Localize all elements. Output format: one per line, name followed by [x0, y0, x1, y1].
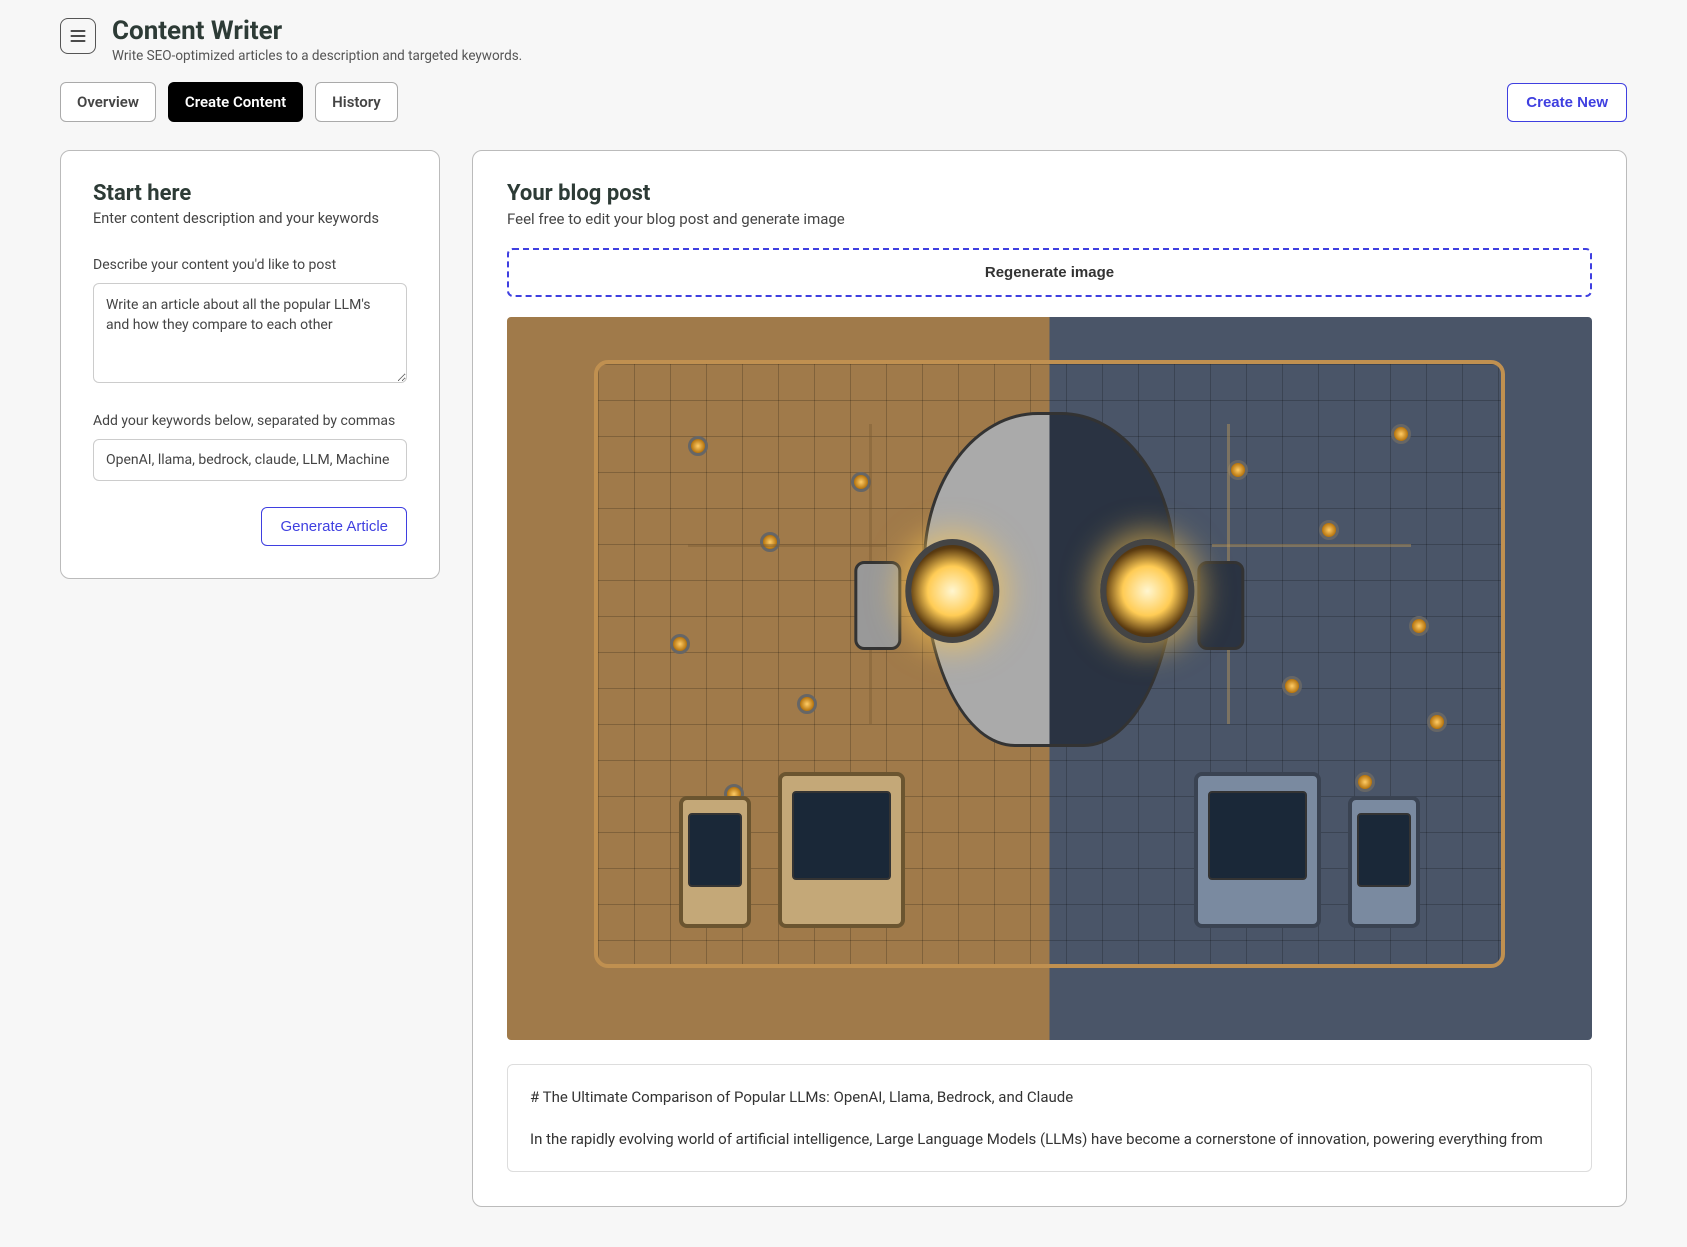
generated-image — [507, 317, 1592, 1040]
keywords-label: Add your keywords below, separated by co… — [93, 413, 407, 429]
tab-history[interactable]: History — [315, 82, 398, 122]
article-editor[interactable]: # The Ultimate Comparison of Popular LLM… — [507, 1064, 1592, 1172]
tab-create-content[interactable]: Create Content — [168, 82, 303, 122]
tab-overview[interactable]: Overview — [60, 82, 156, 122]
output-panel: Your blog post Feel free to edit your bl… — [472, 150, 1627, 1207]
output-panel-title: Your blog post — [507, 181, 1592, 206]
menu-icon[interactable] — [60, 18, 96, 54]
description-input[interactable] — [93, 283, 407, 383]
article-body: In the rapidly evolving world of artific… — [530, 1127, 1569, 1151]
create-new-button[interactable]: Create New — [1507, 83, 1627, 122]
description-label: Describe your content you'd like to post — [93, 257, 407, 273]
page-subtitle: Write SEO-optimized articles to a descri… — [112, 48, 522, 64]
article-heading: # The Ultimate Comparison of Popular LLM… — [530, 1085, 1569, 1109]
input-panel-title: Start here — [93, 181, 407, 206]
output-panel-subtitle: Feel free to edit your blog post and gen… — [507, 210, 1592, 228]
input-panel: Start here Enter content description and… — [60, 150, 440, 579]
keywords-input[interactable] — [93, 439, 407, 481]
input-panel-subtitle: Enter content description and your keywo… — [93, 210, 407, 227]
generate-article-button[interactable]: Generate Article — [261, 507, 407, 546]
regenerate-image-button[interactable]: Regenerate image — [507, 248, 1592, 297]
page-title: Content Writer — [112, 16, 522, 46]
